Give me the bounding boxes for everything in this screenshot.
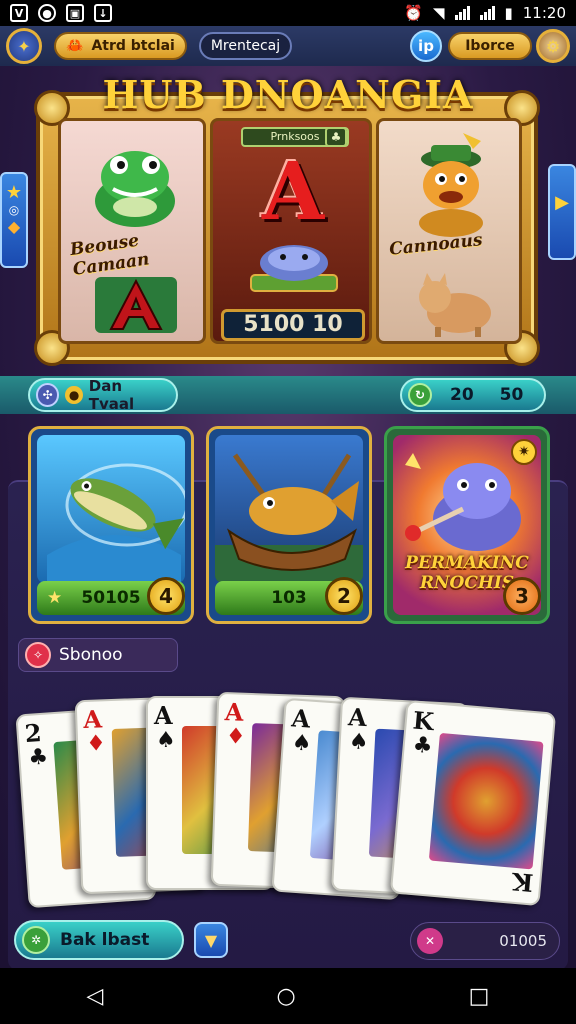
recents-button[interactable]: □ bbox=[469, 984, 490, 1009]
card-rank: A bbox=[290, 703, 312, 734]
game-title: HUB DNOANGIA bbox=[102, 72, 474, 117]
card-2-value: 103 bbox=[271, 588, 307, 608]
message-pill[interactable]: Mrentecaj bbox=[198, 32, 293, 60]
character-symbol-icon bbox=[419, 133, 483, 237]
info-right-value-2: 50 bbox=[499, 385, 524, 405]
coin-pill[interactable]: Iborce bbox=[448, 32, 532, 60]
card-1-value: 50105 bbox=[81, 588, 141, 608]
download-icon: ↓ bbox=[94, 4, 112, 22]
slot-machine: Beouse Camaan Prnksoos ♣ A 5100 10 Canno… bbox=[34, 90, 540, 366]
card-1-badge: 4 bbox=[147, 577, 185, 615]
creature-symbol-icon bbox=[250, 245, 338, 292]
player-pill-label: Atrd btclai bbox=[91, 38, 175, 54]
figure-icon: ✲ bbox=[22, 926, 50, 954]
cat-symbol-icon bbox=[419, 273, 491, 337]
battery-icon: ▮ bbox=[504, 4, 513, 22]
star-icon: ★ bbox=[47, 588, 63, 608]
navigation-bar: ◁ ○ □ bbox=[0, 968, 576, 1024]
tools-icon: ✕ bbox=[417, 928, 443, 954]
info-left-label: Dan Tvaal bbox=[88, 377, 135, 413]
game-card-3[interactable]: ✷ PERMAKINC RNOCHIS 3 bbox=[384, 426, 550, 624]
status-bar: V ● ▣ ↓ ⏰ ◥ ▮ 11:20 bbox=[0, 0, 576, 26]
card-suit-icon: ♣ bbox=[411, 732, 434, 760]
star-icon: ★ bbox=[5, 182, 23, 203]
messenger-icon: ● bbox=[38, 4, 56, 22]
left-side-tab[interactable]: ★ ◎ ◆ bbox=[0, 172, 28, 268]
emblem-icon: ✦ bbox=[17, 36, 31, 56]
game-card-2[interactable]: 103 2 bbox=[206, 426, 372, 624]
wifi-icon: ◥ bbox=[432, 4, 445, 22]
frog-symbol-icon bbox=[95, 151, 175, 227]
card-2-art bbox=[215, 435, 363, 583]
bottom-left-label: Bak lbast bbox=[60, 930, 150, 950]
profile-avatar[interactable]: ✦ bbox=[6, 28, 42, 64]
card-2-badge: 2 bbox=[325, 577, 363, 615]
bottom-right-pill[interactable]: ✕ 01005 bbox=[410, 922, 560, 960]
shop-button[interactable]: ▼ bbox=[194, 922, 228, 958]
right-side-tab[interactable]: ▶ bbox=[548, 164, 576, 260]
card-rank: A bbox=[347, 702, 368, 733]
reel-3: Cannoaus bbox=[376, 118, 522, 344]
bottom-left-pill[interactable]: ✲ Bak lbast bbox=[14, 920, 184, 960]
letter-a-symbol-icon bbox=[95, 277, 177, 333]
back-button[interactable]: ◁ bbox=[87, 984, 104, 1009]
creature-icon: 🦀 bbox=[66, 38, 84, 54]
card-1-art bbox=[37, 435, 185, 583]
card-rank: A bbox=[224, 697, 244, 727]
gear-icon[interactable]: ✷ bbox=[511, 439, 537, 465]
coin-icon: ● bbox=[65, 386, 83, 404]
compass-icon: ✣ bbox=[36, 383, 60, 407]
card-rank-bottom: K bbox=[511, 866, 535, 898]
info-left-pill[interactable]: ✣ ● Dan Tvaal bbox=[28, 377, 178, 413]
card-rank: K bbox=[411, 705, 436, 737]
clover-icon: ♣ bbox=[325, 127, 347, 147]
game-card-1[interactable]: ★ 50105 4 bbox=[28, 426, 194, 624]
card-rank: A bbox=[82, 704, 103, 734]
alarm-icon: ⏰ bbox=[404, 4, 423, 22]
game-screen: V ● ▣ ↓ ⏰ ◥ ▮ 11:20 ✦ 🦀 Atrd btclai Mren… bbox=[0, 0, 576, 1024]
gem-icon: ◆ bbox=[7, 217, 21, 236]
card-rank: A bbox=[154, 701, 173, 730]
eye-icon: ◎ bbox=[8, 203, 20, 217]
big-a-symbol: A bbox=[261, 144, 325, 238]
arrow-right-icon: ▶ bbox=[555, 192, 569, 213]
refresh-icon: ↻ bbox=[408, 383, 432, 407]
app-v-icon: V bbox=[10, 4, 28, 22]
section-tag[interactable]: ✧ Sbonoo bbox=[18, 638, 178, 672]
card-suit-icon: ♠ bbox=[156, 728, 176, 753]
gallery-icon: ▣ bbox=[66, 4, 84, 22]
settings-gear-icon[interactable]: ⚙ bbox=[536, 29, 570, 63]
fish-jumping-icon bbox=[47, 463, 185, 583]
card-suit-icon: ♠ bbox=[348, 729, 370, 756]
cards-icon: ✧ bbox=[25, 642, 51, 668]
info-button-label: ip bbox=[418, 37, 434, 55]
card-face-art bbox=[428, 732, 544, 870]
fish-boat-icon bbox=[215, 453, 363, 583]
section-tag-label: Sbonoo bbox=[59, 645, 123, 665]
reel-2-counter: 5100 10 bbox=[221, 309, 365, 341]
card-3-badge: 3 bbox=[503, 577, 541, 615]
player-pill[interactable]: 🦀 Atrd btclai bbox=[54, 32, 187, 60]
reel-1: Beouse Camaan bbox=[58, 118, 206, 344]
card-suit-icon: ♦ bbox=[225, 724, 247, 750]
coin-pill-label: Iborce bbox=[465, 38, 515, 54]
message-pill-label: Mrentecaj bbox=[210, 38, 281, 54]
home-button[interactable]: ○ bbox=[276, 984, 295, 1009]
clock: 11:20 bbox=[522, 4, 566, 22]
signal-icon bbox=[454, 6, 470, 20]
info-button[interactable]: ip bbox=[410, 30, 442, 62]
card-suit-icon: ♣ bbox=[27, 744, 50, 771]
top-hud: ✦ 🦀 Atrd btclai Mrentecaj ip Iborce ⚙ bbox=[0, 26, 576, 66]
reel-2: Prnksoos ♣ A 5100 10 bbox=[210, 118, 372, 344]
card-suit-icon: ♦ bbox=[85, 731, 107, 757]
playing-card[interactable]: K ♣ K bbox=[389, 699, 557, 907]
bottom-right-value: 01005 bbox=[499, 932, 547, 950]
card-suit-icon: ♠ bbox=[290, 730, 313, 757]
info-right-pill[interactable]: ↻ 20 50 bbox=[400, 378, 546, 412]
signal-icon-2 bbox=[479, 6, 495, 20]
info-right-value-1: 20 bbox=[450, 385, 474, 405]
shop-icon: ▼ bbox=[204, 930, 218, 950]
card-rank: 2 bbox=[23, 717, 43, 749]
